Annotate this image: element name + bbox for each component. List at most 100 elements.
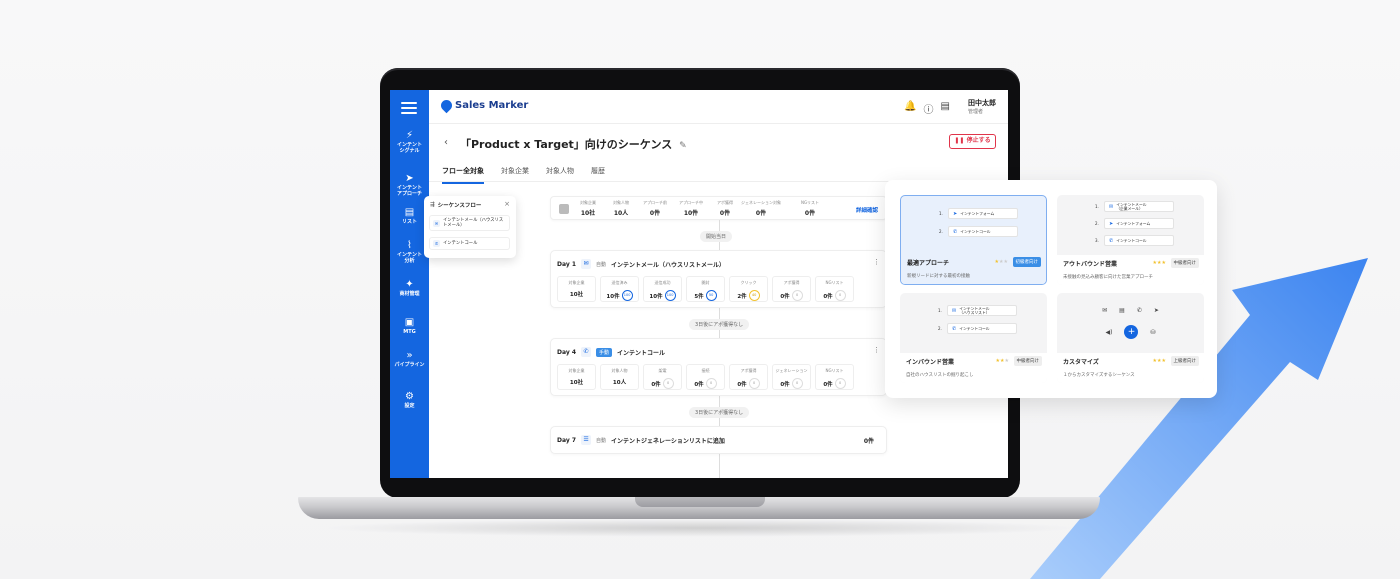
template-step: 1. ✉ インテントメール （ハウスリスト）: [938, 305, 1017, 316]
mode-label: 自動: [596, 437, 607, 444]
user-role: 管理者: [968, 109, 984, 115]
day-label: Day 1: [557, 260, 577, 268]
template-step: 3. ✆ インテントコール: [1095, 235, 1174, 246]
stop-button[interactable]: ❚❚ 停止する: [949, 134, 996, 149]
menu-icon[interactable]: [401, 102, 417, 114]
stat-value: 0件: [804, 210, 816, 217]
metric-card[interactable]: 送信済み 10件 100: [600, 276, 639, 302]
sidebar-item[interactable]: ➤ インテント アプローチ: [390, 173, 429, 197]
progress-ring: 0: [705, 378, 717, 389]
detail-link[interactable]: 詳細確認: [856, 206, 878, 214]
list-icon: ☰: [581, 435, 592, 445]
step-name: インテントメール（ハウスリストメール）: [611, 261, 726, 269]
metric-value: 10人: [612, 380, 627, 386]
sidebar-item[interactable]: ▣ MTG: [390, 317, 429, 335]
back-icon[interactable]: ‹: [444, 137, 448, 148]
metric-card[interactable]: 対象企業 10社: [557, 364, 596, 390]
gap-label: 3日後にアポ獲得なし: [689, 407, 750, 418]
metric-card[interactable]: アポ獲得 0件 0: [772, 276, 811, 302]
logo[interactable]: Sales Marker: [438, 97, 528, 114]
stat-label: アポ獲得: [717, 200, 733, 205]
flow-item[interactable]: ✉ インテントメール（ハウスリストメール）: [429, 215, 510, 231]
day-card[interactable]: Day 1 ✉ 自動 インテントメール（ハウスリストメール） ⋮ 対象企業 10社…: [550, 250, 887, 308]
metric-value: 0件: [823, 381, 833, 388]
day-card[interactable]: Day 4 ✆ 手動 インテントコール ⋮ 対象企業 10社 対象人物 10人 架電 0件…: [550, 338, 887, 396]
more-icon[interactable]: ⋮: [873, 258, 880, 266]
sidebar-item[interactable]: ✦ 商材管理: [390, 279, 429, 297]
day-card[interactable]: Day 7 ☰ 自動 インテントジェネレーションリストに追加 0件: [550, 426, 887, 454]
progress-ring: 0: [834, 378, 846, 389]
stat-label: NGリスト: [800, 200, 820, 205]
template-step: 2. ➤ インテントフォーム: [1095, 218, 1174, 229]
sidebar-item-label: MTG: [403, 329, 416, 335]
metric-card[interactable]: 開封 5件 50: [686, 276, 725, 302]
template-step: 2. ✆ インテントコール: [938, 323, 1017, 334]
pencil-icon[interactable]: ✎: [679, 141, 687, 151]
metric-card[interactable]: 対象企業 10社: [557, 276, 596, 302]
metric-value: 0件: [780, 381, 790, 388]
day-label: Day 7: [557, 436, 577, 444]
send-icon: ➤: [405, 173, 414, 184]
metric-label: ジェネレーション: [775, 368, 808, 373]
difficulty-stars: ★★★: [994, 259, 1008, 265]
template-desc: 未接触の見込み顧客に向けた営業アプローチ: [1063, 275, 1153, 280]
summary-stat: NGリスト 0件: [790, 200, 830, 217]
stat-value: 0件: [755, 210, 767, 217]
metric-card[interactable]: 対象人物 10人: [600, 364, 639, 390]
template-step: 2. ✆ インテントコール: [939, 226, 1018, 237]
template-step: 1. ➤ インテントフォーム: [939, 208, 1018, 219]
user-menu[interactable]: 田中太郎 管理者: [968, 98, 996, 115]
sidebar: ⚡ インテント シグナル ➤ インテント アプローチ ▤ リスト ⌇ インテント 分析 ✦ 商材管理 ▣ M…: [390, 90, 429, 478]
metric-card[interactable]: NGリスト 0件 0: [815, 364, 854, 390]
summary-stat: アプローチ前 0件: [635, 200, 675, 217]
phone-icon: ✆: [433, 240, 440, 247]
template-card[interactable]: 1. ➤ インテントフォーム 2. ✆ インテントコール 最適アプローチ ★★★ 初級者向け 新規…: [900, 195, 1047, 285]
mode-badge: 手動: [596, 347, 613, 357]
sidebar-item[interactable]: » パイプライン: [390, 350, 429, 368]
metric-value: 0件: [694, 381, 704, 388]
metric-label: アポ獲得: [783, 280, 800, 285]
user-name: 田中太郎: [968, 99, 996, 107]
summary-stat: アポ獲得 0件: [705, 200, 745, 217]
start-label: 開始当日: [700, 231, 733, 242]
gap-label: 3日後にアポ獲得なし: [689, 319, 750, 330]
sidebar-item[interactable]: ⚙ 設定: [390, 391, 429, 409]
mail-icon: ✉: [581, 259, 592, 269]
step-icon: ✆: [952, 325, 957, 332]
metric-label: NGリスト: [825, 280, 844, 285]
bell-icon[interactable]: 🔔: [904, 101, 916, 116]
video-icon: ▣: [404, 317, 415, 328]
metric-card[interactable]: アポ獲得 0件 0: [729, 364, 768, 390]
metric-card[interactable]: クリック 2件 40: [729, 276, 768, 302]
progress-ring: 0: [791, 378, 803, 389]
sidebar-item[interactable]: ⚡ インテント シグナル: [390, 130, 429, 154]
metric-card[interactable]: NGリスト 0件 0: [815, 276, 854, 302]
help-icon[interactable]: ⓘ: [924, 101, 934, 116]
top-bar: Sales Marker 🔔 ⓘ ▤ 田中太郎 管理者: [429, 90, 1008, 124]
step-icon: ➤: [1109, 220, 1114, 227]
metric-label: 開封: [701, 280, 710, 285]
stat-value: 0件: [649, 210, 661, 217]
template-card[interactable]: 1. ✉ インテントメール （ハウスリスト） 2. ✆ インテントコール インバウンド営業 ★★…: [900, 293, 1047, 383]
more-icon[interactable]: ⋮: [873, 346, 880, 354]
add-icon[interactable]: +: [1124, 325, 1139, 339]
metric-card[interactable]: 送信成功 10件 100: [643, 276, 682, 302]
progress-ring: 100: [621, 290, 633, 301]
metric-card[interactable]: 接続 0件 0: [686, 364, 725, 390]
phone-icon: ✆: [1136, 307, 1142, 314]
progress-ring: 0: [834, 290, 846, 301]
chat-icon: ▤: [1119, 307, 1125, 314]
metric-label: NGリスト: [825, 368, 844, 373]
chat-icon[interactable]: ▤: [941, 101, 950, 116]
laptop-shadow: [320, 519, 1080, 537]
gear-icon: ⚙: [405, 391, 414, 402]
metric-value: 10社: [569, 292, 584, 298]
send-icon: ➤: [1153, 307, 1159, 314]
template-card[interactable]: ✉ ▤ ✆ ➤ ◀) + ⛁ カスタマイズ ★★★ 上級者向け １からカスタマイズするシーケンス: [1057, 293, 1204, 383]
metric-card[interactable]: 架電 0件 0: [643, 364, 682, 390]
close-icon[interactable]: ×: [504, 200, 510, 208]
flow-item[interactable]: ✆ インテントコール: [429, 237, 510, 250]
metric-card[interactable]: ジェネレーション 0件 0: [772, 364, 811, 390]
template-card[interactable]: 1. ✉ インテントメール （企業メール） 2. ➤ インテントフォーム 3. ✆ インテントコー…: [1057, 195, 1204, 285]
metric-label: 対象企業: [568, 280, 585, 285]
